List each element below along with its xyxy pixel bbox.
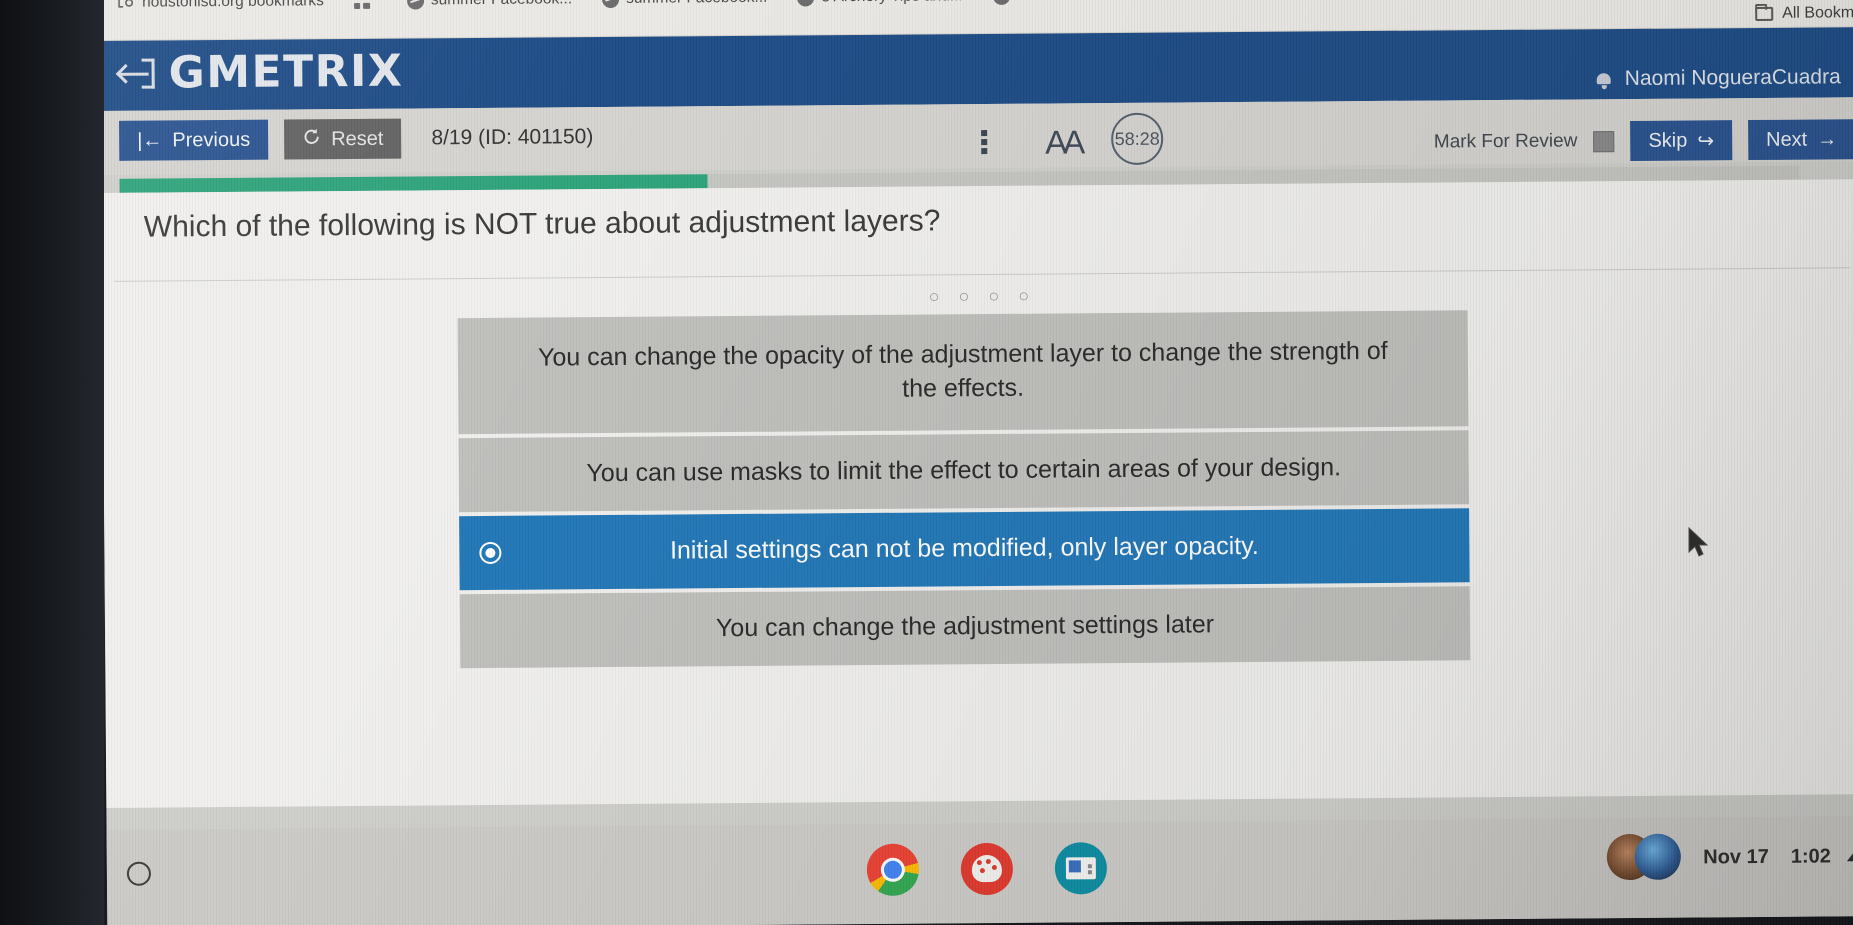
laptop-bezel-left <box>0 0 104 925</box>
brand-area[interactable]: GMETRIX <box>115 45 404 99</box>
toolbar-left-group: |← Previous Reset 8/19 (ID: 401150) <box>118 117 594 161</box>
list-view-icon[interactable] <box>981 130 1015 156</box>
bookmark-item[interactable] <box>992 0 1017 5</box>
bookmark-label: summer Facebook... <box>626 0 767 8</box>
refresh-icon <box>302 127 321 152</box>
previous-prefix-icon: |← <box>137 129 163 152</box>
bookmark-item[interactable]: summer Facebook... <box>602 0 767 8</box>
answer-option[interactable]: You can use masks to limit the effect to… <box>458 430 1470 513</box>
skip-button[interactable]: Skip ↪ <box>1630 120 1733 161</box>
next-arrow-icon: → <box>1817 127 1838 151</box>
skip-arrow-icon: ↪ <box>1697 129 1715 152</box>
bookmark-label: 5 Archery Tips and... <box>821 0 962 6</box>
reset-button[interactable]: Reset <box>284 118 402 160</box>
answer-option[interactable]: You can change the opacity of the adjust… <box>457 310 1469 435</box>
question-card: Which of the following is NOT true about… <box>101 179 1853 808</box>
toolbar-right-group: Mark For Review Skip ↪ Next → <box>1434 119 1853 162</box>
question-counter: 8/19 (ID: 401150) <box>431 125 594 150</box>
answer-option-text: You can use masks to limit the effect to… <box>586 453 1342 488</box>
question-text: Which of the following is NOT true about… <box>143 204 941 244</box>
avatar[interactable] <box>1607 832 1682 885</box>
answer-option-selected[interactable]: Initial settings can not be modified, on… <box>459 508 1470 591</box>
answer-option-text: Initial settings can not be modified, on… <box>669 532 1259 565</box>
bell-icon[interactable] <box>1597 72 1611 87</box>
toolbar-center-group: AA 58:28 <box>981 112 1164 166</box>
reset-label: Reset <box>331 127 384 150</box>
bookmark-apps-shortcut[interactable] <box>353 0 377 10</box>
radio-selected-icon[interactable] <box>479 541 502 565</box>
all-bookmarks-label: All Bookm <box>1782 4 1853 22</box>
user-area[interactable]: Naomi NogueraCuadra <box>1597 65 1841 91</box>
palette-icon[interactable] <box>960 842 1014 896</box>
chevron-up-icon[interactable] <box>1846 851 1853 862</box>
globe-icon <box>406 0 424 10</box>
apps-grid-icon <box>353 0 370 10</box>
bookmark-label: summer Facebook... <box>431 0 572 9</box>
previous-label: Previous <box>172 128 251 151</box>
globe-icon <box>992 0 1010 5</box>
user-name: Naomi NogueraCuadra <box>1624 65 1841 91</box>
back-arrow-icon[interactable] <box>115 58 155 89</box>
globe-icon <box>602 0 620 8</box>
bookmark-label: houstonisd.org bookmarks <box>141 0 324 11</box>
slides-icon[interactable] <box>1054 842 1108 895</box>
font-size-icon[interactable]: AA <box>1045 123 1081 161</box>
shelf-date: Nov 17 <box>1703 845 1769 868</box>
shelf-status-area[interactable]: Nov 17 1:02 <box>1607 830 1853 884</box>
chrome-icon[interactable] <box>866 843 920 897</box>
answer-options-list: You can change the opacity of the adjust… <box>457 310 1471 672</box>
screen-photo: houstonisd.org bookmarks summer Facebook… <box>0 0 1853 925</box>
mark-for-review-label: Mark For Review <box>1433 130 1578 153</box>
next-button[interactable]: Next → <box>1747 119 1853 161</box>
mark-for-review-checkbox[interactable] <box>1593 130 1615 152</box>
shelf-time: 1:02 <box>1790 844 1831 868</box>
bookmark-item[interactable]: 5 Archery Tips and... <box>797 0 963 7</box>
chromebook-screen: houstonisd.org bookmarks summer Facebook… <box>100 0 1853 925</box>
timer-badge: 58:28 <box>1110 112 1164 166</box>
bookmark-item[interactable]: summer Facebook... <box>406 0 572 10</box>
question-toolbar: |← Previous Reset 8/19 (ID: 401150) AA 5… <box>100 97 1853 175</box>
all-bookmarks-button[interactable]: All Bookm <box>1755 4 1853 23</box>
answer-option-text: You can change the adjustment settings l… <box>715 610 1215 643</box>
skip-label: Skip <box>1648 129 1688 152</box>
previous-button[interactable]: |← Previous <box>118 119 269 161</box>
globe-icon <box>797 0 815 7</box>
answer-option-text: You can change the opacity of the adjust… <box>537 337 1388 403</box>
shelf-app-icons <box>107 836 1853 902</box>
chromeos-shelf: Nov 17 1:02 <box>106 816 1853 925</box>
bookmark-item[interactable]: houstonisd.org bookmarks <box>118 0 324 12</box>
option-dots-indicator: ○ ○ ○ ○ <box>928 285 1037 307</box>
brand-logo: GMETRIX <box>168 45 404 99</box>
card-divider <box>114 267 1851 282</box>
folder-icon <box>1755 6 1774 22</box>
answer-option[interactable]: You can change the adjustment settings l… <box>459 586 1471 669</box>
next-label: Next <box>1765 128 1808 151</box>
settings-gear-icon <box>118 0 135 11</box>
